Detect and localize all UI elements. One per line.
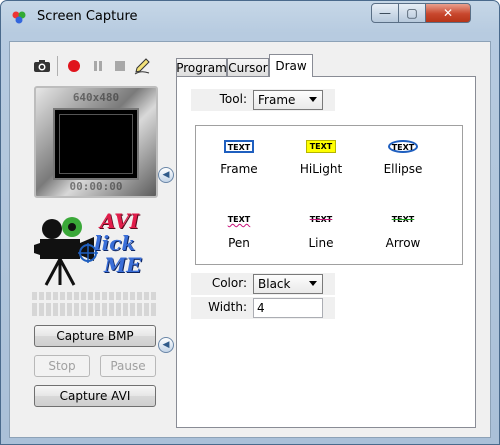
stop-icon[interactable] — [110, 56, 130, 76]
tool-select[interactable]: Frame — [253, 90, 323, 110]
screen-capture-window: Screen Capture — ▢ ✕ 640x480 00:00:00 ◀ — [0, 0, 500, 445]
tool-name: HiLight — [299, 162, 343, 176]
preview-screen — [53, 108, 139, 180]
level-meter — [32, 292, 156, 316]
pause-icon[interactable] — [88, 56, 108, 76]
frame-tool-icon: TEXT — [224, 140, 254, 153]
timer-readout: 00:00:00 — [69, 180, 123, 193]
tool-hilight[interactable]: TEXT HiLight — [286, 140, 356, 176]
capture-bmp-button[interactable]: Capture BMP — [34, 325, 156, 347]
logo-text-avi: AVI — [100, 209, 139, 233]
tool-line[interactable]: TEXT Line — [286, 214, 356, 250]
toolbar-separator — [57, 56, 58, 76]
tool-name: Frame — [220, 162, 258, 176]
close-button[interactable]: ✕ — [425, 3, 471, 23]
camera-icon[interactable] — [32, 56, 52, 76]
draw-panel: Tool: Frame TEXT Frame TEXT HiLight TEXT… — [176, 76, 476, 428]
app-icon — [12, 11, 26, 24]
capture-avi-button[interactable]: Capture AVI — [34, 385, 156, 407]
logo-text-me: ME — [104, 253, 142, 277]
collapse-left-icon-2[interactable]: ◀ — [158, 337, 174, 353]
title-bar[interactable]: Screen Capture — ▢ ✕ — [1, 1, 499, 33]
tool-name: Pen — [228, 236, 250, 250]
pencil-icon[interactable] — [132, 56, 152, 76]
pen-tool-icon: TEXT — [227, 215, 251, 224]
tab-draw[interactable]: Draw — [269, 54, 313, 77]
capture-preview: 640x480 00:00:00 — [34, 86, 158, 198]
record-icon[interactable] — [64, 56, 84, 76]
chevron-down-icon — [309, 97, 317, 102]
tool-gallery: TEXT Frame TEXT HiLight TEXT Ellipse TEX… — [195, 125, 463, 265]
tool-name: Ellipse — [383, 162, 423, 176]
tool-name: Line — [308, 236, 334, 250]
color-select[interactable]: Black — [253, 274, 323, 294]
window-title: Screen Capture — [37, 9, 138, 24]
tool-pen[interactable]: TEXT Pen — [204, 214, 274, 250]
maximize-button[interactable]: ▢ — [398, 3, 426, 23]
width-field[interactable]: 4 — [253, 298, 323, 318]
tool-ellipse[interactable]: TEXT Ellipse — [368, 140, 438, 176]
aviclickme-logo: AVI lick ME — [32, 207, 162, 287]
width-label: Width: — [208, 300, 247, 314]
stop-button[interactable]: Stop — [34, 355, 90, 377]
collapse-left-icon[interactable]: ◀ — [158, 167, 174, 183]
tool-label: Tool: — [219, 92, 247, 106]
resolution-readout: 640x480 — [72, 91, 120, 104]
tool-select-value: Frame — [258, 93, 296, 107]
tab-cursor[interactable]: Cursor — [227, 58, 269, 77]
ellipse-tool-icon: TEXT — [388, 140, 418, 153]
minimize-button[interactable]: — — [371, 3, 399, 23]
arrow-tool-icon: TEXT — [391, 215, 415, 224]
color-label: Color: — [211, 276, 247, 290]
tool-name: Arrow — [385, 236, 421, 250]
chevron-down-icon — [309, 281, 317, 286]
logo-text-lick: lick — [94, 231, 136, 255]
color-select-value: Black — [258, 277, 291, 291]
pause-button[interactable]: Pause — [100, 355, 156, 377]
tool-arrow[interactable]: TEXT Arrow — [368, 214, 438, 250]
tool-frame[interactable]: TEXT Frame — [204, 140, 274, 176]
tab-program[interactable]: Program — [176, 58, 227, 77]
hilight-tool-icon: TEXT — [306, 140, 336, 153]
client-area: 640x480 00:00:00 ◀ AVI lick ME Capture B… — [9, 41, 491, 438]
line-tool-icon: TEXT — [309, 215, 333, 224]
